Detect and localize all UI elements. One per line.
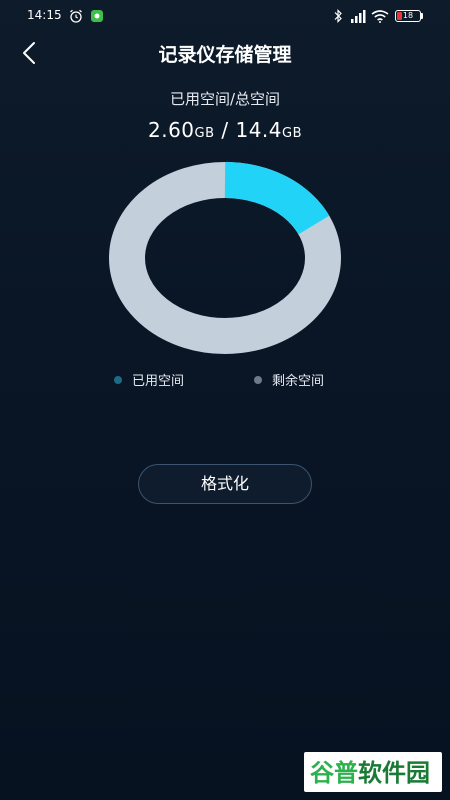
used-unit: GB <box>194 126 215 141</box>
status-bar: 14:15 18 <box>0 0 450 32</box>
storage-label: 已用空间/总空间 <box>169 90 281 108</box>
legend-used-dot <box>114 375 122 384</box>
total-unit: GB <box>282 126 302 141</box>
total-value: 14.4 <box>235 118 282 142</box>
legend-remaining: 剩余空间 <box>254 370 324 389</box>
legend-used-label: 已用空间 <box>132 374 185 389</box>
storage-separator: / <box>214 118 236 142</box>
battery-level: 18 <box>402 11 414 20</box>
storage-values: 2.60GB / 14.4GB <box>0 118 450 142</box>
status-time: 14:15 <box>27 8 62 22</box>
donut-used-segment <box>224 162 330 235</box>
svg-text:谷普软件园: 谷普软件园 <box>310 759 430 787</box>
legend-remaining-dot <box>254 375 262 384</box>
battery-icon: 18 <box>395 10 421 22</box>
alarm-icon <box>70 9 82 23</box>
used-value: 2.60 <box>147 118 195 142</box>
bluetooth-icon <box>334 9 342 23</box>
legend-used: 已用空间 <box>114 370 184 389</box>
legend-remaining-label: 剩余空间 <box>272 374 325 389</box>
storage-donut-chart <box>109 162 341 354</box>
battery-tip <box>421 13 423 19</box>
format-button[interactable]: 格式化 <box>138 464 312 504</box>
notification-icon <box>91 10 103 22</box>
page-title: 记录仪存储管理 <box>158 44 292 66</box>
watermark-logo: 谷普软件园 <box>304 752 442 792</box>
signal-icon <box>351 10 366 23</box>
wifi-icon <box>371 10 389 23</box>
